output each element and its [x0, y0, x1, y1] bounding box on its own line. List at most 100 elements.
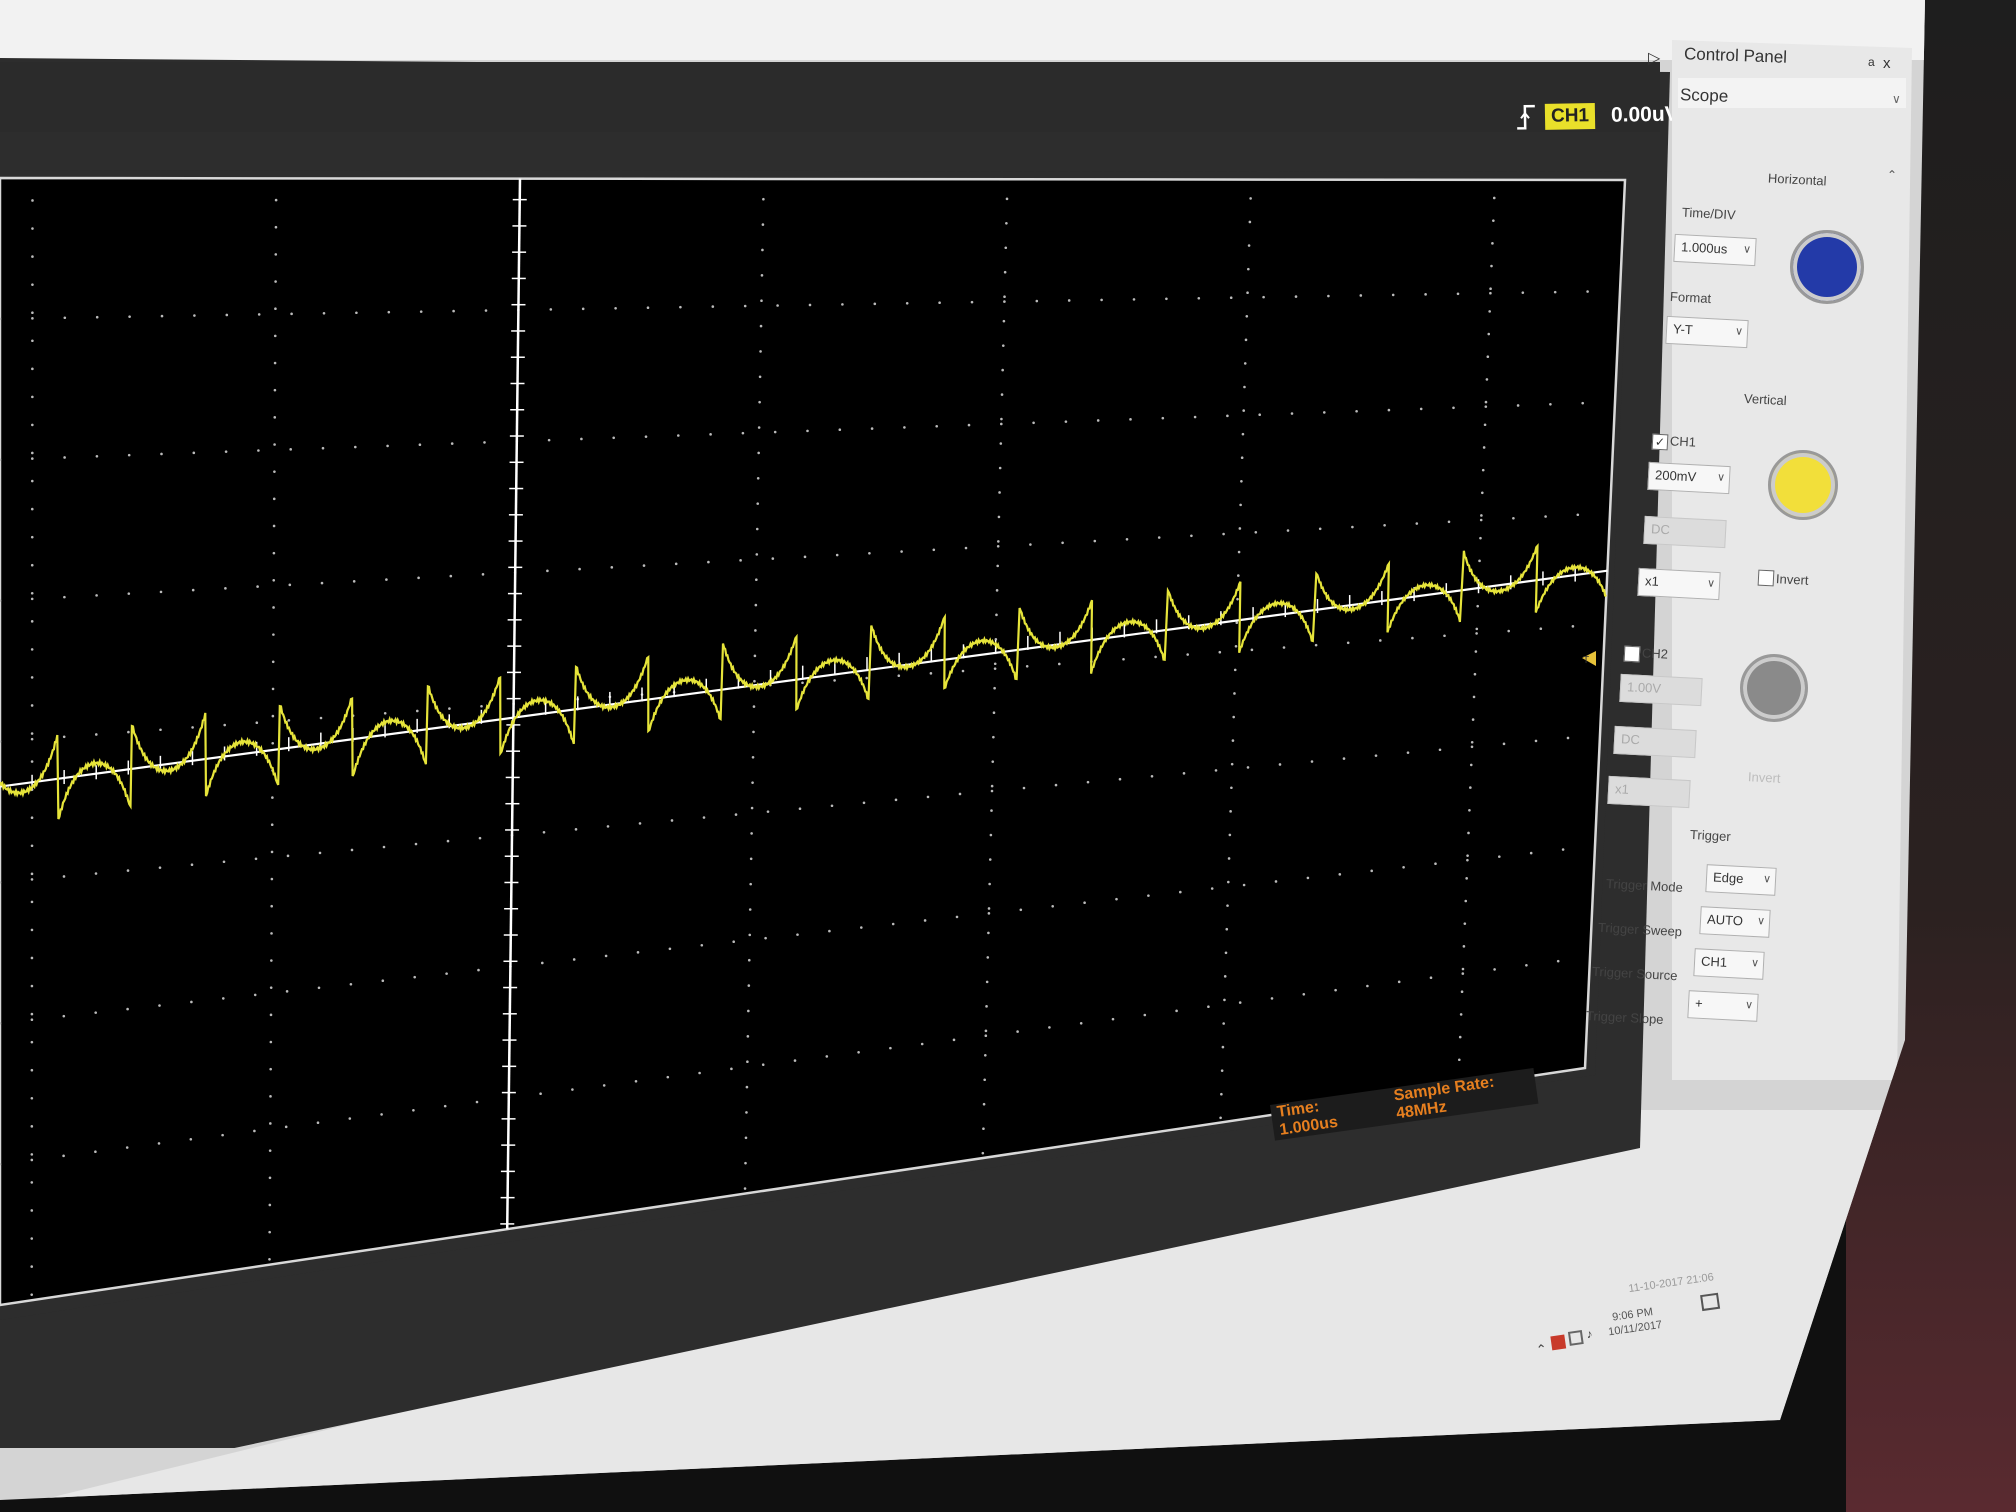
grid-dot — [1058, 662, 1061, 666]
grid-dot — [1229, 296, 1233, 299]
grid-dot — [94, 872, 98, 875]
grid-dot — [95, 733, 98, 736]
grid-dot — [448, 707, 451, 710]
grid-dot — [286, 854, 290, 858]
grid-dot — [274, 225, 278, 229]
grid-dot — [923, 919, 927, 922]
trigger-slope-select[interactable]: + ∨ — [1687, 990, 1759, 1022]
grid-dot — [1566, 736, 1570, 740]
notification-icon[interactable] — [1700, 1292, 1721, 1312]
grid-dot — [750, 832, 753, 835]
grid-dot — [1182, 772, 1186, 775]
grid-dot — [793, 1059, 797, 1062]
grid-dot — [31, 199, 34, 202]
grid-dot — [929, 672, 933, 675]
ch1-coupling-select[interactable]: DC — [1643, 515, 1727, 549]
grid-dot — [319, 716, 323, 720]
grid-dot — [63, 316, 67, 320]
grid-dot — [698, 1071, 701, 1075]
grid-dot — [1318, 527, 1322, 531]
ch1-label: CH1 — [1669, 433, 1697, 450]
trigger-source-select[interactable]: CH1 ∨ — [1693, 948, 1765, 980]
action-center-flag-icon[interactable] — [1550, 1334, 1567, 1351]
ch1-probe-select[interactable]: x1 ∨ — [1637, 567, 1721, 601]
ch2-checkbox[interactable] — [1623, 645, 1641, 663]
grid-dot — [452, 309, 455, 313]
grid-dot — [1460, 990, 1464, 994]
grid-dot — [160, 314, 164, 318]
grid-dot — [666, 1075, 670, 1079]
tray-chevron-icon[interactable]: ⌃ — [1535, 1341, 1551, 1357]
trigger-mode-select[interactable]: Edge ∨ — [1705, 864, 1777, 896]
scope-section-label: Scope — [1679, 85, 1729, 106]
grid-dot — [1240, 479, 1243, 483]
ch2-coupling-select[interactable]: DC — [1613, 725, 1697, 759]
time-div-knob[interactable] — [1790, 230, 1864, 304]
grid-dot — [272, 551, 276, 555]
grid-dot — [988, 882, 991, 886]
grid-dot — [1461, 972, 1465, 975]
grid-dot — [1473, 672, 1477, 676]
grid-dot — [958, 792, 962, 796]
grid-dot — [1491, 242, 1494, 245]
format-select[interactable]: Y-T ∨ — [1665, 315, 1749, 349]
grid-dot — [348, 1117, 352, 1120]
grid-dot — [749, 857, 753, 861]
scroll-up-icon[interactable]: ⌃ — [1887, 168, 1897, 182]
network-icon[interactable] — [1567, 1330, 1584, 1346]
grid-dot — [30, 1125, 34, 1128]
ch1-invert-checkbox[interactable] — [1757, 569, 1775, 587]
grid-dot — [745, 1085, 749, 1089]
grid-dot — [1438, 748, 1442, 752]
pin-icon[interactable]: a — [1868, 55, 1875, 69]
grid-dot — [1479, 536, 1482, 540]
grid-dot — [253, 993, 257, 997]
ch2-volts-select[interactable]: 1.00V — [1619, 673, 1703, 707]
grid-dot — [1231, 739, 1235, 742]
grid-dot — [192, 451, 196, 455]
volume-icon[interactable]: ♪ — [1585, 1326, 1601, 1342]
ch1-invert-label: Invert — [1775, 571, 1809, 588]
ch1-volts-knob[interactable] — [1768, 450, 1838, 520]
grid-dot — [1122, 657, 1125, 661]
grid-dot — [268, 1176, 272, 1180]
grid-dot — [1553, 290, 1557, 294]
grid-dot — [964, 546, 968, 550]
close-icon[interactable]: x — [1883, 55, 1891, 72]
scope-collapse-chevron-icon[interactable]: ∨ — [1892, 92, 1901, 106]
grid-dot — [269, 1067, 272, 1071]
grid-dot — [30, 479, 34, 483]
chevron-down-icon: ∨ — [1762, 873, 1772, 886]
grid-dot — [1370, 869, 1373, 873]
grid-dot — [993, 667, 997, 670]
grid-dot — [1223, 975, 1227, 978]
grid-dot — [989, 833, 993, 837]
grid-dot — [1355, 409, 1358, 413]
grid-dot — [1064, 420, 1068, 423]
grid-dot — [572, 958, 576, 961]
ch2-volts-knob[interactable] — [1740, 654, 1808, 722]
time-div-select[interactable]: 1.000us ∨ — [1673, 233, 1757, 267]
grid-dot — [891, 922, 895, 926]
ch1-volts-select[interactable]: 200mV ∨ — [1647, 461, 1731, 495]
grid-dot — [860, 926, 863, 929]
grid-dot — [764, 936, 767, 940]
grid-dot — [271, 687, 275, 691]
grid-dot — [1118, 777, 1122, 781]
chevron-down-icon: ∨ — [1706, 577, 1716, 590]
grid-dot — [1534, 739, 1538, 743]
trigger-sweep-select[interactable]: AUTO ∨ — [1699, 906, 1771, 938]
grid-dot — [416, 709, 419, 713]
grid-dot — [270, 850, 274, 854]
grid-dot — [991, 760, 995, 763]
grid-dot — [982, 1127, 985, 1130]
grid-dot — [290, 312, 293, 316]
ch2-probe-select[interactable]: x1 — [1607, 775, 1691, 809]
grid-dot — [935, 424, 938, 428]
grid-dot — [1476, 604, 1480, 608]
grid-dot — [1214, 769, 1218, 772]
grid-dot — [541, 961, 544, 965]
ch1-checkbox[interactable]: ✓ — [1651, 433, 1669, 451]
grid-dot — [62, 1014, 66, 1018]
grid-dot — [1452, 406, 1455, 410]
